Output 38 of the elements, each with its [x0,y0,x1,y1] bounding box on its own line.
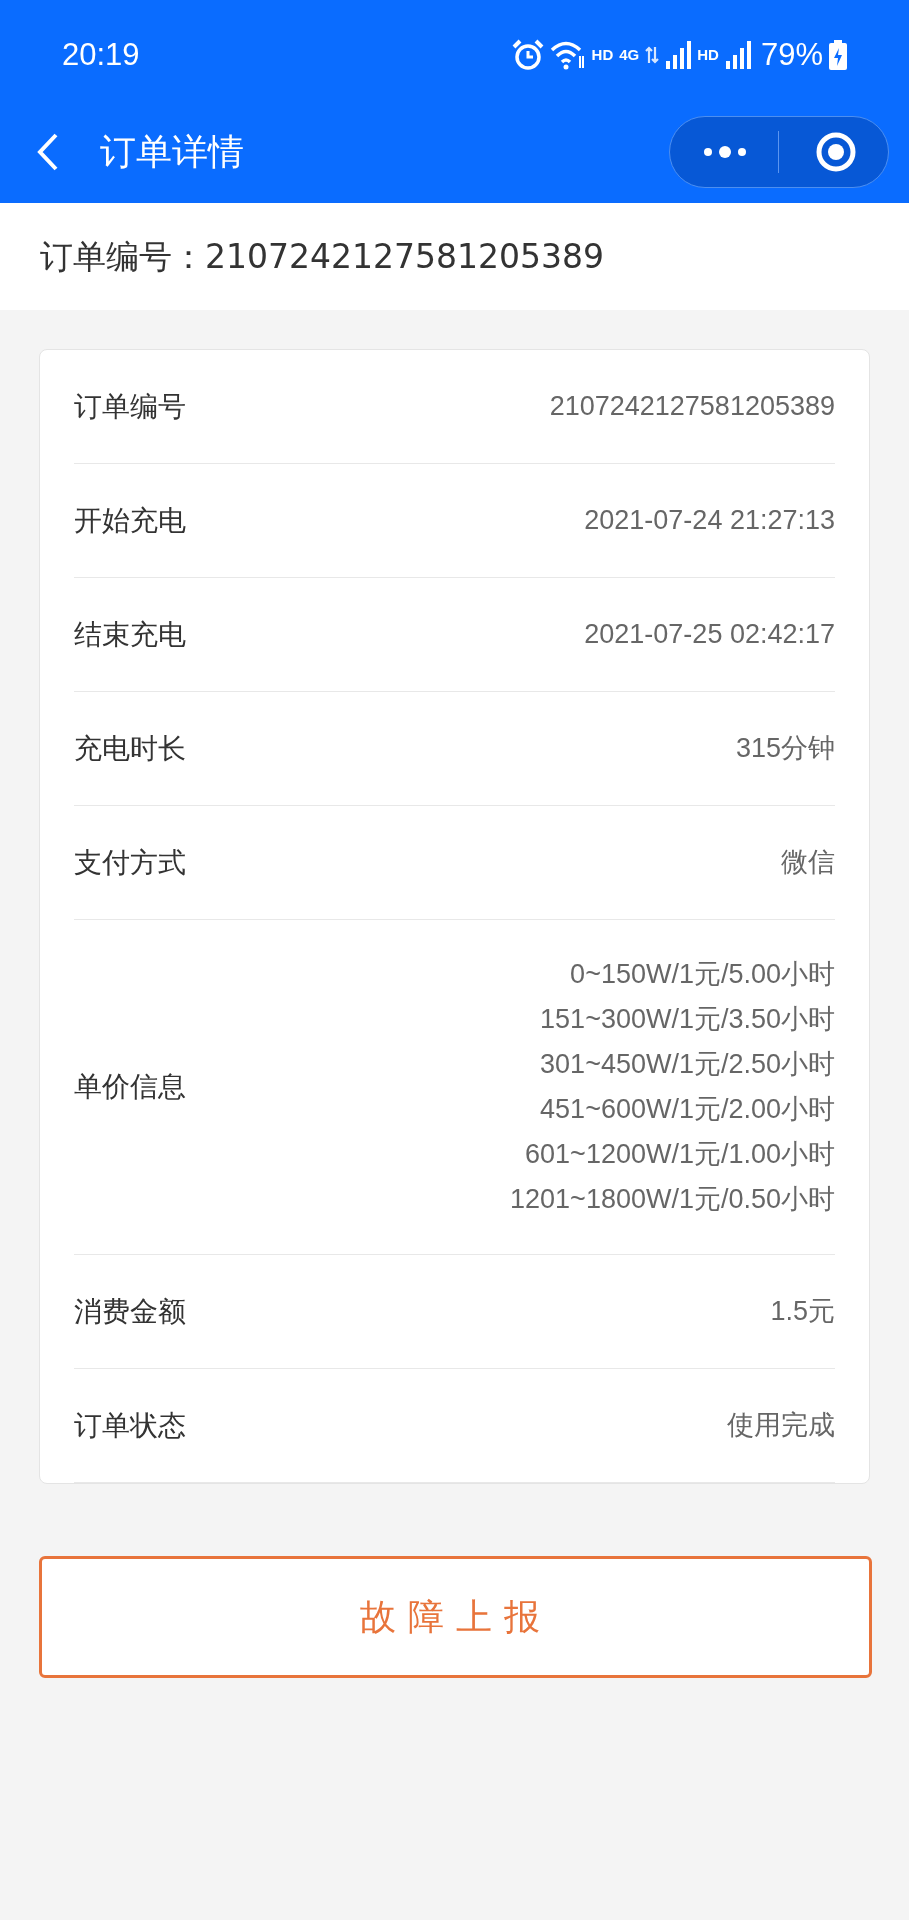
detail-value: 315分钟 [735,732,835,765]
detail-value: 微信 [781,846,835,879]
detail-value: 301~450W/1元/2.50小时 [540,1048,835,1081]
detail-value: 1201~1800W/1元/0.50小时 [510,1183,835,1216]
detail-label: 订单编号 [74,388,186,425]
detail-label: 开始充电 [74,502,186,539]
detail-label: 订单状态 [74,1407,186,1444]
data-arrows-icon [645,46,660,64]
detail-value: 2021-07-24 21:27:13 [584,504,835,537]
wifi-icon [549,40,586,70]
signal-icon [724,41,751,69]
close-circle-icon[interactable] [815,130,857,173]
signal-icon [665,41,692,69]
detail-label: 单价信息 [74,1069,186,1105]
more-icon[interactable] [702,143,748,160]
detail-value: 2107242127581205389 [549,390,835,423]
battery-percentage: 79% [760,35,823,74]
detail-value: 1.5元 [770,1295,835,1328]
alarm-icon [511,39,544,71]
detail-value: 151~300W/1元/3.50小时 [540,1003,835,1036]
network-label: HD [697,44,719,65]
detail-label: 支付方式 [74,844,186,881]
back-icon[interactable] [36,131,60,172]
detail-value: 2021-07-25 02:42:17 [584,618,835,651]
report-fault-button[interactable]: 故障上报 [39,1556,872,1678]
detail-label: 充电时长 [74,730,186,767]
detail-value: 0~150W/1元/5.00小时 [570,958,835,991]
detail-value: 使用完成 [727,1409,835,1442]
page-title: 订单详情 [100,129,244,174]
detail-label: 结束充电 [74,616,186,653]
network-label: 4G [619,44,640,65]
detail-value: 451~600W/1元/2.00小时 [540,1093,835,1126]
detail-label: 消费金额 [74,1293,186,1330]
status-time: 20:19 [62,35,140,74]
battery-charging-icon [829,40,847,70]
network-label: HD [591,44,614,65]
order-number-heading: 订单编号：2107242127581205389 [40,235,604,278]
detail-value: 601~1200W/1元/1.00小时 [525,1138,835,1171]
